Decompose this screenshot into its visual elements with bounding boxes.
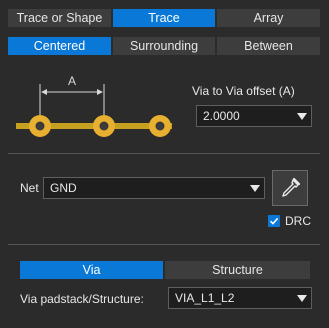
net-value: GND bbox=[50, 181, 77, 195]
eyedropper-icon bbox=[282, 177, 301, 197]
chevron-down-icon bbox=[293, 106, 311, 126]
dimension-arrow-right bbox=[97, 89, 103, 95]
padstack-label: Via padstack/Structure: bbox=[20, 292, 144, 306]
tab-surrounding[interactable]: Surrounding bbox=[113, 37, 215, 55]
tab-array[interactable]: Array bbox=[217, 9, 320, 27]
tab-trace[interactable]: Trace bbox=[113, 9, 215, 27]
via-hole-2 bbox=[99, 121, 109, 131]
tab-via[interactable]: Via bbox=[20, 261, 163, 279]
chevron-down-icon bbox=[293, 288, 311, 308]
tab-structure[interactable]: Structure bbox=[165, 261, 310, 279]
section-divider-1 bbox=[8, 153, 320, 154]
via-offset-label: Via to Via offset (A) bbox=[192, 84, 295, 98]
via-spacing-diagram: A bbox=[16, 74, 172, 137]
padstack-value: VIA_L1_L2 bbox=[175, 291, 235, 305]
dimension-arrow-left bbox=[41, 89, 47, 95]
via-hole-3 bbox=[155, 121, 165, 131]
via-hole-1 bbox=[35, 121, 45, 131]
padstack-select[interactable]: VIA_L1_L2 bbox=[168, 287, 312, 309]
chevron-down-icon bbox=[246, 178, 264, 198]
via-offset-select[interactable]: 2.0000 bbox=[196, 105, 312, 127]
via-offset-value: 2.0000 bbox=[203, 109, 240, 123]
tab-centered[interactable]: Centered bbox=[8, 37, 111, 55]
checkmark-icon bbox=[269, 217, 279, 225]
net-label: Net bbox=[20, 181, 39, 195]
tab-trace-or-shape[interactable]: Trace or Shape bbox=[8, 9, 111, 27]
net-select[interactable]: GND bbox=[43, 177, 265, 199]
net-picker-button[interactable] bbox=[272, 170, 308, 206]
drc-label: DRC bbox=[285, 214, 311, 228]
drc-checkbox[interactable] bbox=[268, 215, 280, 227]
dimension-label: A bbox=[68, 74, 76, 88]
tab-between[interactable]: Between bbox=[217, 37, 320, 55]
section-divider-2 bbox=[8, 244, 320, 245]
